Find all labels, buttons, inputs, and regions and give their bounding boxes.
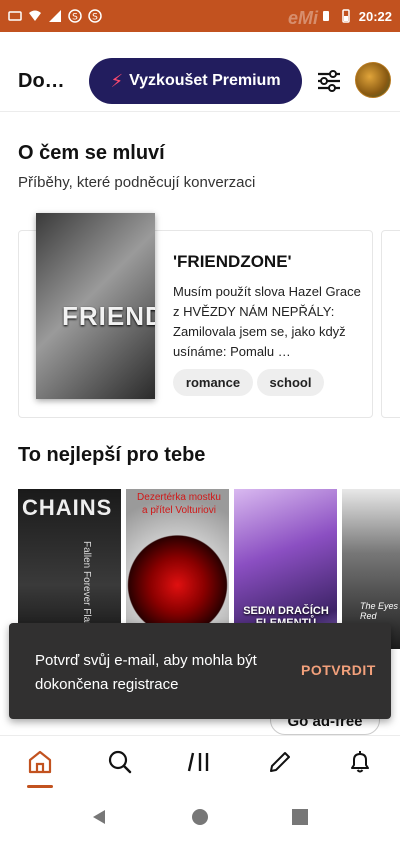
page-title: Do… <box>18 70 65 92</box>
watermark-text: eMi <box>288 8 319 28</box>
back-icon[interactable] <box>90 808 108 826</box>
story-card-next[interactable] <box>381 230 400 418</box>
pencil-icon <box>270 752 290 772</box>
story-title[interactable]: 'FRIENDZONE' <box>173 252 292 272</box>
premium-label: Vyzkoušet Premium <box>129 72 281 89</box>
story-description: Musím použít slova Hazel Grace z HVĚZDY … <box>173 284 361 359</box>
s-app-icon: S <box>68 9 82 23</box>
cast-icon <box>8 11 22 21</box>
home-icon <box>28 750 52 774</box>
tag-romance[interactable]: romance <box>173 369 253 396</box>
battery-icon <box>342 9 350 23</box>
s-app-icon-2: S <box>88 9 102 23</box>
status-time: 20:22 <box>358 8 392 24</box>
app-header: Do… ⚡ Vyzkoušet Premium <box>0 32 400 112</box>
tab-home[interactable] <box>20 746 60 778</box>
confirm-button[interactable]: POTVRDIT <box>301 662 376 678</box>
tab-library[interactable] <box>180 746 220 778</box>
filter-settings-icon[interactable] <box>316 68 342 94</box>
recents-icon[interactable] <box>291 808 309 826</box>
section-title-talk: O čem se mluví <box>18 142 165 164</box>
story-cover-text: FRIENDS <box>62 301 155 331</box>
book-cover-1-title: CHAINS <box>22 495 113 520</box>
tag-school[interactable]: school <box>257 369 324 396</box>
snackbar-message: Potvrď svůj e-mail, aby mohla být dokonč… <box>35 652 257 693</box>
lightning-icon: ⚡ <box>110 70 124 91</box>
svg-text:S: S <box>92 13 98 23</box>
bottom-tab-bar <box>0 735 400 789</box>
home-circle-icon[interactable] <box>191 808 209 826</box>
library-icon <box>187 752 209 772</box>
book-cover-1-subtitle: Fallen Forever Flame <box>81 541 92 637</box>
book-cover-4-title: The Eyes Are Red <box>360 601 400 621</box>
vibrate-icon <box>322 11 329 21</box>
avatar[interactable] <box>355 62 391 98</box>
book-cover-2-title: Dezertérka mostku a přítel Volturiovi <box>137 492 221 516</box>
section-title-best: To nejlepší pro tebe <box>18 444 206 466</box>
bell-icon <box>351 751 369 773</box>
confirm-email-snackbar: Potvrď svůj e-mail, aby mohla být dokonč… <box>9 623 391 719</box>
tab-notifications[interactable] <box>340 746 380 778</box>
status-bar: S S 20:22 <box>0 0 400 32</box>
try-premium-button[interactable]: ⚡ Vyzkoušet Premium <box>89 58 302 104</box>
search-icon <box>108 750 132 774</box>
active-tab-indicator <box>27 785 53 788</box>
story-cover[interactable]: FRIENDS <box>36 213 155 399</box>
system-nav-bar <box>0 789 400 844</box>
svg-text:S: S <box>72 13 78 23</box>
wifi-icon <box>29 10 41 21</box>
section-subtitle-talk: Příběhy, které podněcují konverzaci <box>18 174 256 191</box>
tab-write[interactable] <box>260 746 300 778</box>
signal-icon <box>49 10 61 22</box>
tab-search[interactable] <box>100 746 140 778</box>
